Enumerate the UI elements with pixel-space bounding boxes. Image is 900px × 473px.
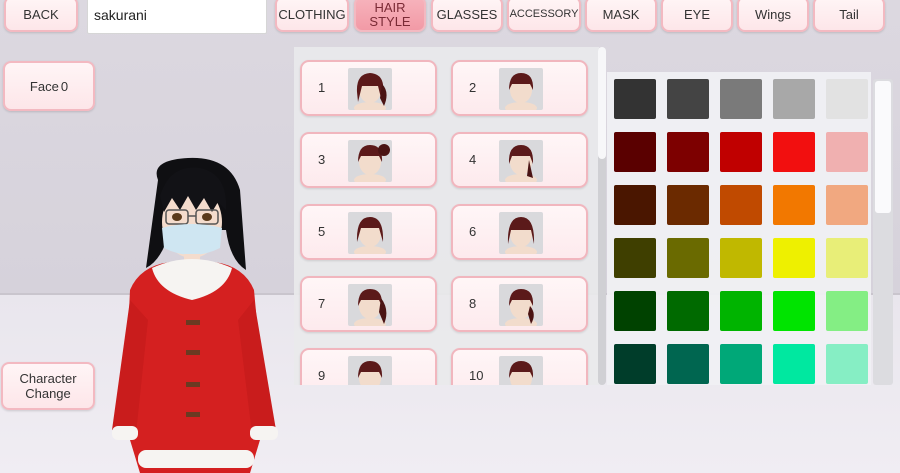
- hair-style-thumbnail: [499, 140, 543, 182]
- face-label: Face: [29, 78, 59, 94]
- color-swatch[interactable]: [773, 132, 815, 172]
- hair-style-number: 2: [469, 80, 477, 95]
- hair-style-thumbnail: [499, 356, 543, 385]
- hair-style-thumbnail: [348, 356, 392, 385]
- color-swatch[interactable]: [773, 238, 815, 278]
- color-swatch[interactable]: [720, 132, 762, 172]
- color-swatch[interactable]: [667, 132, 709, 172]
- hair-list-scrollbar[interactable]: [598, 47, 606, 385]
- character-change-button[interactable]: Character Change: [1, 362, 95, 410]
- color-swatch[interactable]: [667, 79, 709, 119]
- hair-style-item[interactable]: 1: [300, 60, 437, 116]
- color-swatch[interactable]: [826, 238, 868, 278]
- color-swatch[interactable]: [720, 291, 762, 331]
- color-swatch[interactable]: [720, 185, 762, 225]
- hair-style-number: 3: [318, 152, 326, 167]
- color-swatch[interactable]: [826, 291, 868, 331]
- hair-style-item[interactable]: 6: [451, 204, 588, 260]
- color-palette[interactable]: [607, 72, 871, 385]
- hair-style-number: 1: [318, 80, 326, 95]
- color-swatch[interactable]: [614, 132, 656, 172]
- color-swatch[interactable]: [720, 344, 762, 384]
- hair-style-thumbnail: [348, 212, 392, 254]
- color-swatch[interactable]: [720, 238, 762, 278]
- palette-scroll-thumb[interactable]: [875, 81, 891, 213]
- tab-tail[interactable]: Tail: [813, 0, 885, 32]
- hair-style-thumbnail: [348, 140, 392, 182]
- color-swatch[interactable]: [773, 79, 815, 119]
- tab-eye[interactable]: EYE: [661, 0, 733, 32]
- face-value: 0: [60, 78, 69, 94]
- color-swatch[interactable]: [667, 238, 709, 278]
- color-swatch[interactable]: [826, 344, 868, 384]
- hair-style-item[interactable]: 3: [300, 132, 437, 188]
- hair-style-thumbnail: [499, 68, 543, 110]
- tab-accessory[interactable]: ACCESSORY: [507, 0, 581, 32]
- hair-style-number: 8: [469, 296, 477, 311]
- color-swatch[interactable]: [614, 344, 656, 384]
- color-swatch[interactable]: [826, 79, 868, 119]
- hair-style-list[interactable]: 1 2 3 4 5 6 7 8 9 10: [294, 47, 599, 385]
- hair-style-number: 9: [318, 368, 326, 383]
- hair-style-item[interactable]: 4: [451, 132, 588, 188]
- color-swatch[interactable]: [826, 185, 868, 225]
- color-swatch[interactable]: [720, 79, 762, 119]
- hair-style-number: 4: [469, 152, 477, 167]
- character-model: [112, 157, 278, 473]
- color-swatch[interactable]: [667, 291, 709, 331]
- hair-style-item[interactable]: 5: [300, 204, 437, 260]
- tab-mask[interactable]: MASK: [585, 0, 657, 32]
- hair-style-item[interactable]: 7: [300, 276, 437, 332]
- tab-hair-style[interactable]: HAIR STYLE: [354, 0, 426, 32]
- hair-style-thumbnail: [348, 284, 392, 326]
- color-swatch[interactable]: [773, 291, 815, 331]
- character-change-label-2: Change: [25, 386, 71, 401]
- color-swatch[interactable]: [667, 344, 709, 384]
- face-button[interactable]: Face 0: [3, 61, 95, 111]
- back-button[interactable]: BACK: [4, 0, 78, 32]
- color-swatch[interactable]: [614, 291, 656, 331]
- color-swatch[interactable]: [773, 344, 815, 384]
- hair-style-thumbnail: [499, 212, 543, 254]
- color-swatch[interactable]: [773, 185, 815, 225]
- tab-clothing[interactable]: CLOTHING: [275, 0, 349, 32]
- hair-style-item[interactable]: 2: [451, 60, 588, 116]
- hair-style-item[interactable]: 8: [451, 276, 588, 332]
- hair-style-number: 6: [469, 224, 477, 239]
- hair-style-item[interactable]: 9: [300, 348, 437, 385]
- color-swatch[interactable]: [667, 185, 709, 225]
- palette-scrollbar[interactable]: [873, 79, 893, 385]
- character-change-label-1: Character: [19, 371, 77, 386]
- color-swatch[interactable]: [826, 132, 868, 172]
- hair-style-number: 5: [318, 224, 326, 239]
- hair-list-scroll-thumb[interactable]: [598, 47, 606, 159]
- color-swatch[interactable]: [614, 238, 656, 278]
- hair-style-number: 10: [469, 368, 484, 383]
- hair-style-thumbnail: [348, 68, 392, 110]
- hair-style-item[interactable]: 10: [451, 348, 588, 385]
- name-input[interactable]: sakurani: [87, 0, 267, 34]
- color-swatch[interactable]: [614, 79, 656, 119]
- tab-wings[interactable]: Wings: [737, 0, 809, 32]
- hair-style-thumbnail: [499, 284, 543, 326]
- tab-glasses[interactable]: GLASSES: [431, 0, 503, 32]
- color-swatch[interactable]: [614, 185, 656, 225]
- hair-style-number: 7: [318, 296, 326, 311]
